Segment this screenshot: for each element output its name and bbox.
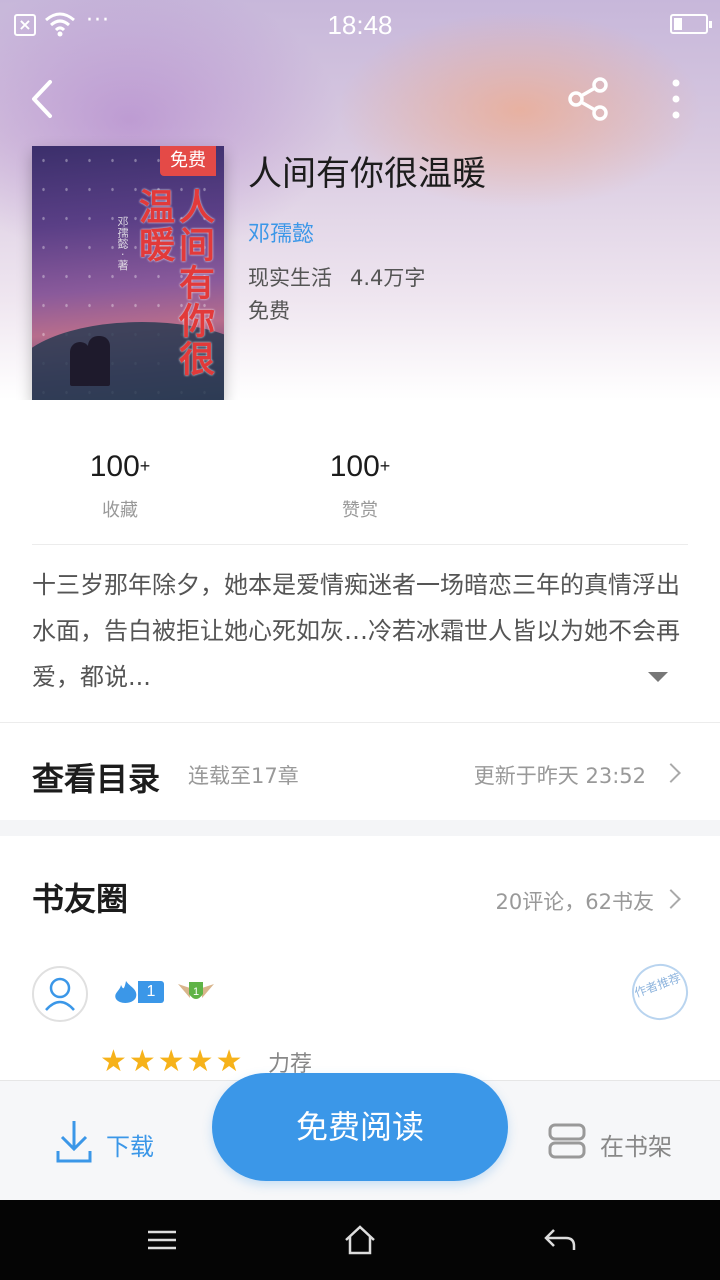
- book-info-card: 100+ 收藏 100+ 赞赏 十三岁那年除夕，她本是爱情痴迷者一场暗恋三年的真…: [0, 400, 720, 820]
- divider: [32, 544, 688, 545]
- book-author-link[interactable]: 邓孺懿: [248, 216, 314, 248]
- rank-badge: 1: [176, 976, 216, 1008]
- toc-title: 查看目录: [32, 760, 161, 798]
- back-nav-icon[interactable]: [540, 1222, 580, 1258]
- avatar[interactable]: [32, 966, 88, 1022]
- user-icon: [45, 977, 75, 1011]
- back-icon[interactable]: [22, 74, 66, 124]
- circle-meta-link[interactable]: 20评论，62书友: [496, 886, 654, 916]
- circle-title: 书友圈: [32, 880, 129, 918]
- menu-icon[interactable]: [142, 1222, 182, 1258]
- book-summary[interactable]: 十三岁那年除夕，她本是爱情痴迷者一场暗恋三年的真情浮出水面，告白被拒让她心死如灰…: [32, 562, 692, 700]
- book-genre: 现实生活: [248, 266, 332, 290]
- status-bar: × ··· 18:48: [0, 0, 720, 50]
- book-cover[interactable]: 邓孺懿 · 著 人间有你很温暖: [32, 146, 224, 402]
- author-recommend-stamp: 作者推荐: [624, 956, 696, 1028]
- stat-collect-value: 100+: [89, 450, 151, 483]
- more-options-icon[interactable]: [660, 74, 692, 124]
- download-label: 下载: [106, 1133, 154, 1161]
- wings-shield-icon: 1: [178, 982, 214, 999]
- on-shelf-label: 在书架: [600, 1133, 672, 1161]
- stat-reward-label: 赞赏: [342, 500, 378, 521]
- cover-author: 邓孺懿 · 著: [116, 216, 129, 271]
- chevron-right-icon: [661, 763, 681, 783]
- book-header: × ··· 18:48 邓孺懿 · 著 人间有你很温暖 免费 人间有你很温暖 邓: [0, 0, 720, 402]
- fan-level-badge: 1: [112, 979, 164, 1005]
- toc-update-time: 更新于昨天 23:52: [473, 764, 646, 788]
- status-time: 18:48: [327, 10, 393, 40]
- download-icon: [56, 1121, 92, 1163]
- share-icon[interactable]: [562, 74, 614, 124]
- expand-summary-icon[interactable]: [648, 672, 668, 682]
- cover-title: 人间有你很温暖: [133, 188, 215, 378]
- reader-circle-card: 书友圈 20评论，62书友 1 1 作者推荐 ★★★★★ 力荐: [0, 836, 720, 1086]
- chevron-right-icon[interactable]: [661, 889, 681, 909]
- divider: [0, 722, 720, 723]
- stat-collect[interactable]: 100+ 收藏: [40, 450, 200, 522]
- home-icon[interactable]: [340, 1222, 380, 1258]
- svg-text:1: 1: [193, 986, 199, 998]
- bookshelf-icon: [548, 1123, 586, 1159]
- system-navigation-bar: [0, 1200, 720, 1280]
- book-title: 人间有你很温暖: [248, 154, 486, 194]
- free-badge: 免费: [160, 146, 216, 176]
- stat-collect-label: 收藏: [102, 500, 138, 521]
- bottom-action-bar: 下载 免费阅读 在书架: [0, 1073, 720, 1200]
- book-word-count: 4.4万字: [350, 266, 426, 290]
- battery-icon: [670, 14, 712, 34]
- stat-reward[interactable]: 100+ 赞赏: [280, 450, 440, 522]
- free-read-button[interactable]: 免费阅读: [212, 1073, 508, 1181]
- toc-chapter-status: 连载至17章: [188, 764, 299, 788]
- book-meta: 现实生活 4.4万字: [248, 262, 425, 292]
- rating-stars: ★★★★★: [100, 1044, 245, 1079]
- book-price: 免费: [248, 299, 290, 323]
- stat-reward-value: 100+: [329, 450, 391, 483]
